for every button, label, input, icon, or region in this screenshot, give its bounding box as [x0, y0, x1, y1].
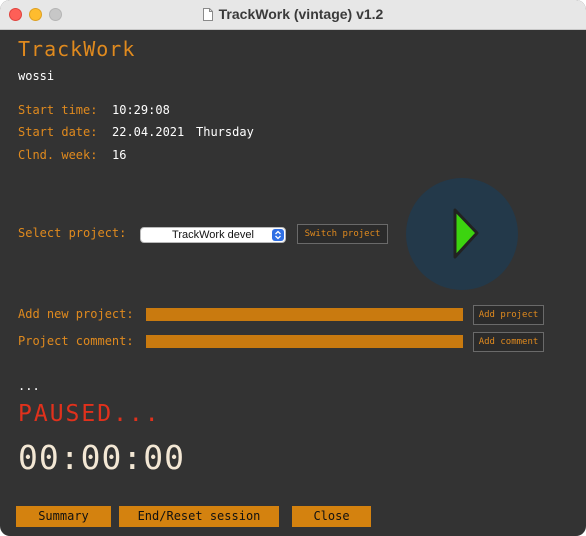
- new-project-input[interactable]: [146, 308, 463, 321]
- summary-button[interactable]: Summary: [16, 506, 111, 527]
- switch-project-button[interactable]: Switch project: [297, 224, 388, 244]
- window-title-text: TrackWork (vintage) v1.2: [218, 6, 384, 22]
- close-button[interactable]: Close: [292, 506, 371, 527]
- project-select[interactable]: TrackWork devel: [140, 227, 286, 243]
- window-title: TrackWork (vintage) v1.2: [0, 6, 586, 22]
- project-comment-input[interactable]: [146, 335, 463, 348]
- add-project-button[interactable]: Add project: [473, 305, 544, 325]
- start-date-label: Start date:: [18, 125, 98, 139]
- add-comment-button[interactable]: Add comment: [473, 332, 544, 352]
- project-comment-label: Project comment:: [18, 334, 134, 348]
- week-value: 16: [112, 148, 127, 162]
- new-project-label: Add new project:: [18, 307, 134, 321]
- document-icon: [202, 8, 213, 21]
- status-message: ...: [18, 379, 40, 393]
- start-date-value: 22.04.2021: [112, 125, 185, 139]
- play-icon: [453, 208, 479, 259]
- week-label: Clnd. week:: [18, 148, 98, 162]
- session-state: PAUSED...: [18, 401, 161, 427]
- start-time-label: Start time:: [18, 103, 98, 117]
- play-button[interactable]: [406, 178, 518, 290]
- select-project-label: Select project:: [18, 226, 127, 240]
- main-panel: TrackWork wossi Start time: 10:29:08 Sta…: [0, 30, 586, 536]
- title-bar: TrackWork (vintage) v1.2: [0, 0, 586, 30]
- end-reset-session-button[interactable]: End/Reset session: [119, 506, 279, 527]
- app-title: TrackWork: [18, 37, 136, 61]
- username: wossi: [18, 69, 55, 83]
- start-time-value: 10:29:08: [112, 103, 170, 117]
- elapsed-timer: 00:00:00: [18, 438, 185, 477]
- chevron-updown-icon: [272, 229, 284, 241]
- project-select-value: TrackWork devel: [172, 229, 254, 241]
- weekday-value: Thursday: [196, 125, 254, 139]
- app-window: TrackWork (vintage) v1.2 TrackWork wossi…: [0, 0, 586, 536]
